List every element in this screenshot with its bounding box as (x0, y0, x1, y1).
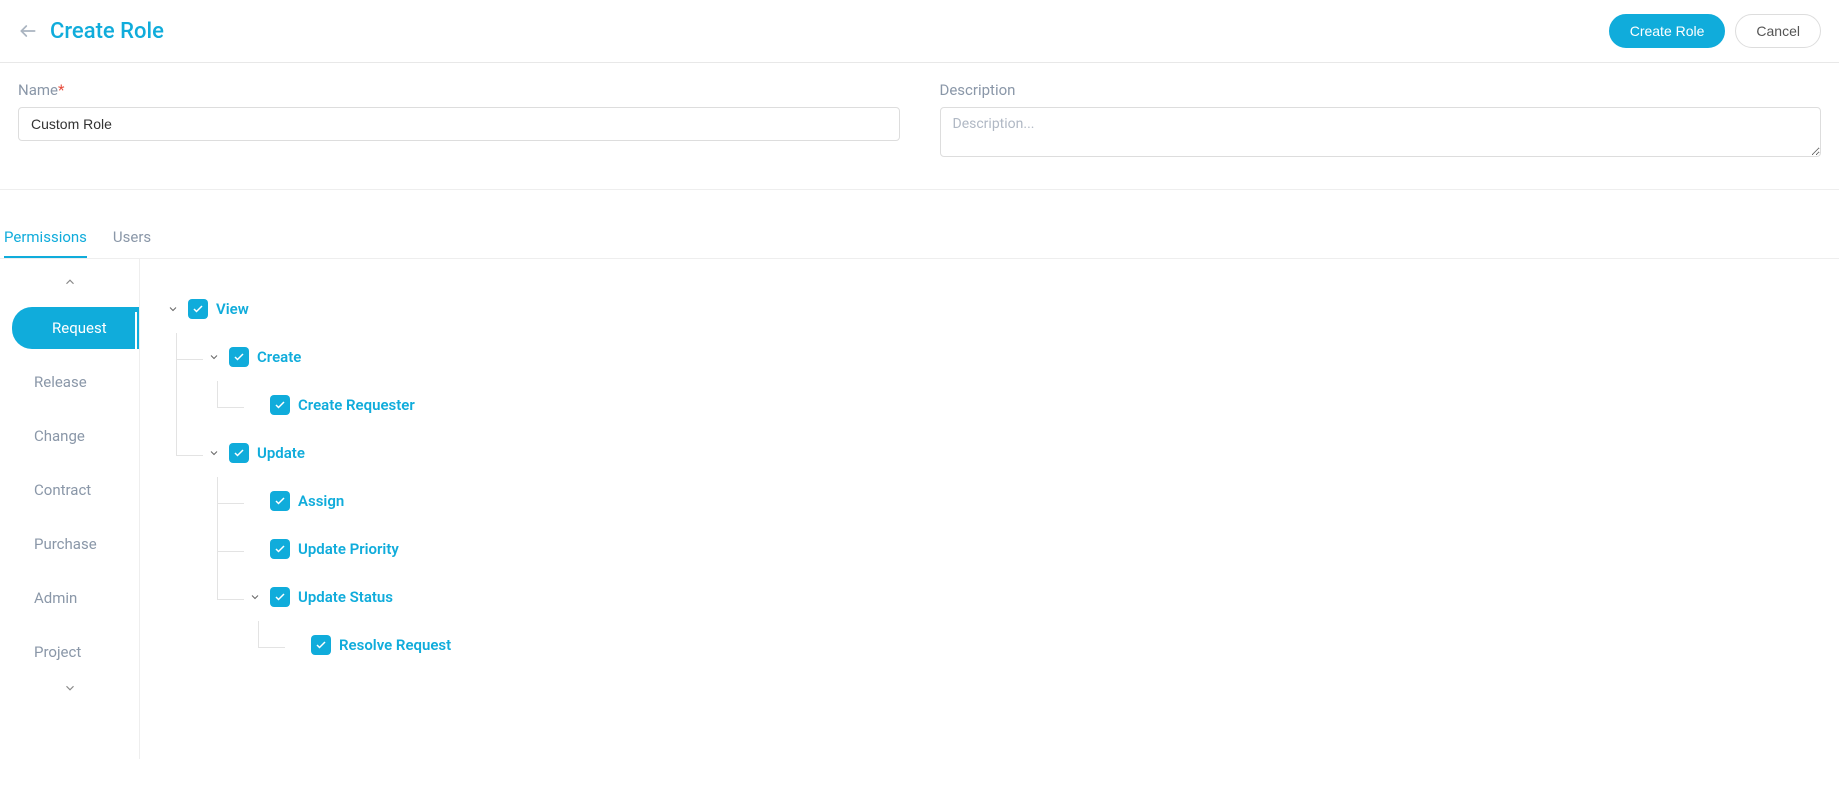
expand-toggle-icon[interactable] (166, 303, 180, 315)
tab-permissions[interactable]: Permissions (4, 218, 87, 258)
expand-toggle-icon[interactable] (207, 447, 221, 459)
perm-node-update-status: Update Status Resolve Request (248, 573, 1819, 669)
name-label-text: Name (18, 81, 58, 99)
perm-checkbox-create[interactable] (229, 347, 249, 367)
sidebar-item-admin[interactable]: Admin (12, 577, 139, 619)
sidebar-item-change[interactable]: Change (12, 415, 139, 457)
perm-node-update: Update Assign (207, 429, 1819, 669)
perm-checkbox-update[interactable] (229, 443, 249, 463)
page-title: Create Role (50, 19, 164, 44)
perm-label-update[interactable]: Update (257, 444, 305, 462)
perm-node-create: Create Create Requester (207, 333, 1819, 429)
sidebar-item-purchase[interactable]: Purchase (12, 523, 139, 565)
form-row: Name* Description (0, 63, 1839, 190)
chevron-down-icon[interactable] (0, 679, 139, 707)
perm-node-view: View Create (166, 285, 1819, 669)
create-role-button[interactable]: Create Role (1609, 14, 1726, 48)
content: Request Release Change Contract Purchase… (0, 259, 1839, 759)
required-indicator: * (58, 81, 64, 99)
perm-checkbox-update-status[interactable] (270, 587, 290, 607)
sidebar-item-contract[interactable]: Contract (12, 469, 139, 511)
sidebar-item-request[interactable]: Request (12, 307, 139, 349)
perm-label-update-status[interactable]: Update Status (298, 588, 393, 606)
name-label: Name* (18, 81, 900, 99)
cancel-button[interactable]: Cancel (1735, 14, 1821, 48)
perm-label-create-requester[interactable]: Create Requester (298, 396, 415, 414)
perm-label-resolve-request[interactable]: Resolve Request (339, 636, 451, 654)
perm-label-assign[interactable]: Assign (298, 492, 344, 510)
perm-label-view[interactable]: View (216, 300, 249, 318)
back-arrow-icon[interactable] (18, 21, 38, 41)
perm-checkbox-create-requester[interactable] (270, 395, 290, 415)
perm-node-assign: Assign (248, 477, 1819, 525)
description-label: Description (940, 81, 1822, 99)
sidebar-item-project[interactable]: Project (12, 631, 139, 673)
permissions-sidebar: Request Release Change Contract Purchase… (0, 259, 140, 759)
page-header: Create Role Create Role Cancel (0, 0, 1839, 63)
sidebar-item-release[interactable]: Release (12, 361, 139, 403)
perm-node-resolve-request: Resolve Request (289, 621, 1819, 669)
chevron-up-icon[interactable] (0, 273, 139, 301)
expand-toggle-icon[interactable] (248, 591, 262, 603)
perm-checkbox-assign[interactable] (270, 491, 290, 511)
description-textarea[interactable] (940, 107, 1822, 157)
perm-node-update-priority: Update Priority (248, 525, 1819, 573)
name-field-group: Name* (18, 81, 900, 161)
header-left: Create Role (18, 19, 164, 44)
expand-toggle-icon[interactable] (207, 351, 221, 363)
perm-label-create[interactable]: Create (257, 348, 301, 366)
perm-checkbox-update-priority[interactable] (270, 539, 290, 559)
header-actions: Create Role Cancel (1609, 14, 1821, 48)
permissions-tree: View Create (140, 259, 1839, 759)
perm-node-create-requester: Create Requester (248, 381, 1819, 429)
perm-checkbox-resolve-request[interactable] (311, 635, 331, 655)
perm-checkbox-view[interactable] (188, 299, 208, 319)
name-input[interactable] (18, 107, 900, 141)
tab-users[interactable]: Users (113, 218, 151, 258)
description-field-group: Description (940, 81, 1822, 161)
tabs: Permissions Users (0, 218, 1839, 259)
perm-label-update-priority[interactable]: Update Priority (298, 540, 399, 558)
